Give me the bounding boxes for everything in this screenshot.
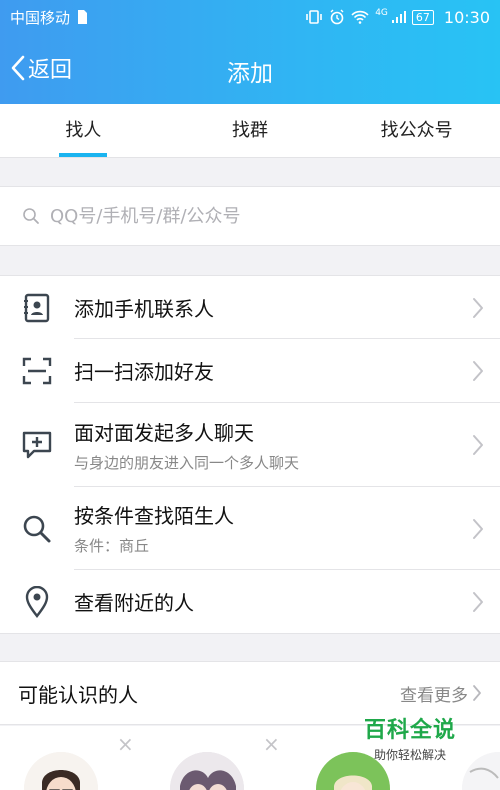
watermark-logo: 百科全说 助你轻松解决 bbox=[350, 712, 470, 763]
menu-item-subtitle: 条件：商丘 bbox=[74, 537, 150, 555]
search-bar[interactable] bbox=[0, 186, 500, 246]
menu-item-find-strangers[interactable]: 按条件查找陌生人 条件：商丘 bbox=[0, 487, 500, 570]
battery-level: 67 bbox=[411, 9, 434, 25]
page-title: 添加 bbox=[227, 61, 273, 87]
chevron-right-icon bbox=[473, 518, 483, 539]
status-time: 10:30 bbox=[443, 7, 490, 27]
menu-item-subtitle: 与身边的朋友进入同一个多人聊天 bbox=[74, 453, 300, 472]
add-options-list: 添加手机联系人 扫一扫添加好友 面对面发起多人聊天 与身边的朋友进入同一个多人聊… bbox=[0, 275, 500, 634]
dismiss-suggestion-button[interactable]: × bbox=[117, 732, 134, 756]
see-more-label: 查看更多 bbox=[400, 685, 468, 706]
menu-item-nearby-people[interactable]: 查看附近的人 bbox=[0, 570, 500, 633]
watermark-title: 百科全说 bbox=[363, 718, 456, 743]
vibrate-icon bbox=[306, 10, 322, 24]
tab-find-group[interactable]: 找群 bbox=[167, 104, 334, 157]
avatar[interactable] bbox=[170, 752, 244, 790]
chevron-right-icon bbox=[473, 435, 483, 455]
chat-add-icon bbox=[0, 430, 74, 460]
menu-item-title: 扫一扫添加好友 bbox=[74, 360, 214, 384]
sim-icon bbox=[78, 10, 88, 24]
search-icon bbox=[0, 514, 74, 544]
location-pin-icon bbox=[0, 585, 74, 618]
tab-bar: 找人 找群 找公众号 bbox=[0, 104, 500, 158]
menu-item-title: 添加手机联系人 bbox=[74, 296, 214, 321]
watermark-subtitle: 助你轻松解决 bbox=[373, 748, 446, 762]
menu-item-face-to-face-chat[interactable]: 面对面发起多人聊天 与身边的朋友进入同一个多人聊天 bbox=[0, 403, 500, 487]
menu-item-texts: 面对面发起多人聊天 与身边的朋友进入同一个多人聊天 bbox=[74, 403, 500, 487]
scan-icon bbox=[0, 357, 74, 385]
search-icon bbox=[23, 208, 39, 224]
avatar[interactable] bbox=[24, 752, 98, 790]
search-input[interactable] bbox=[50, 205, 470, 227]
network-type: 4G bbox=[375, 8, 388, 18]
status-icons: 4G 67 10:30 bbox=[305, 8, 490, 27]
chevron-right-icon bbox=[473, 297, 483, 318]
tab-find-official-account[interactable]: 找公众号 bbox=[333, 104, 500, 157]
menu-item-texts: 扫一扫添加好友 bbox=[74, 339, 500, 403]
dismiss-suggestion-button[interactable]: × bbox=[263, 732, 280, 756]
status-bar: 中国移动 4G 67 10:30 bbox=[0, 0, 500, 34]
chevron-right-icon bbox=[473, 361, 483, 381]
menu-item-title: 面对面发起多人聊天 bbox=[74, 420, 254, 445]
menu-item-title: 查看附近的人 bbox=[74, 591, 194, 615]
menu-item-texts: 按条件查找陌生人 条件：商丘 bbox=[74, 487, 500, 570]
signal-icon bbox=[391, 11, 406, 23]
contact-card-icon bbox=[0, 293, 74, 323]
see-more-button[interactable]: 查看更多 bbox=[400, 681, 482, 706]
chevron-right-icon bbox=[473, 591, 483, 612]
may-know-title: 可能认识的人 bbox=[18, 682, 138, 707]
menu-item-texts: 查看附近的人 bbox=[74, 570, 500, 633]
tab-find-people[interactable]: 找人 bbox=[0, 104, 167, 157]
chevron-right-icon bbox=[473, 685, 481, 701]
menu-item-texts: 添加手机联系人 bbox=[74, 276, 500, 339]
wifi-icon bbox=[351, 10, 369, 24]
carrier-group: 中国移动 bbox=[10, 7, 90, 28]
alarm-icon bbox=[330, 9, 344, 25]
menu-item-title: 按条件查找陌生人 bbox=[74, 504, 234, 528]
carrier-name: 中国移动 bbox=[10, 8, 71, 27]
menu-item-scan-add-friend[interactable]: 扫一扫添加好友 bbox=[0, 339, 500, 403]
menu-item-add-phone-contacts[interactable]: 添加手机联系人 bbox=[0, 276, 500, 339]
header: 返回 添加 bbox=[0, 34, 500, 104]
